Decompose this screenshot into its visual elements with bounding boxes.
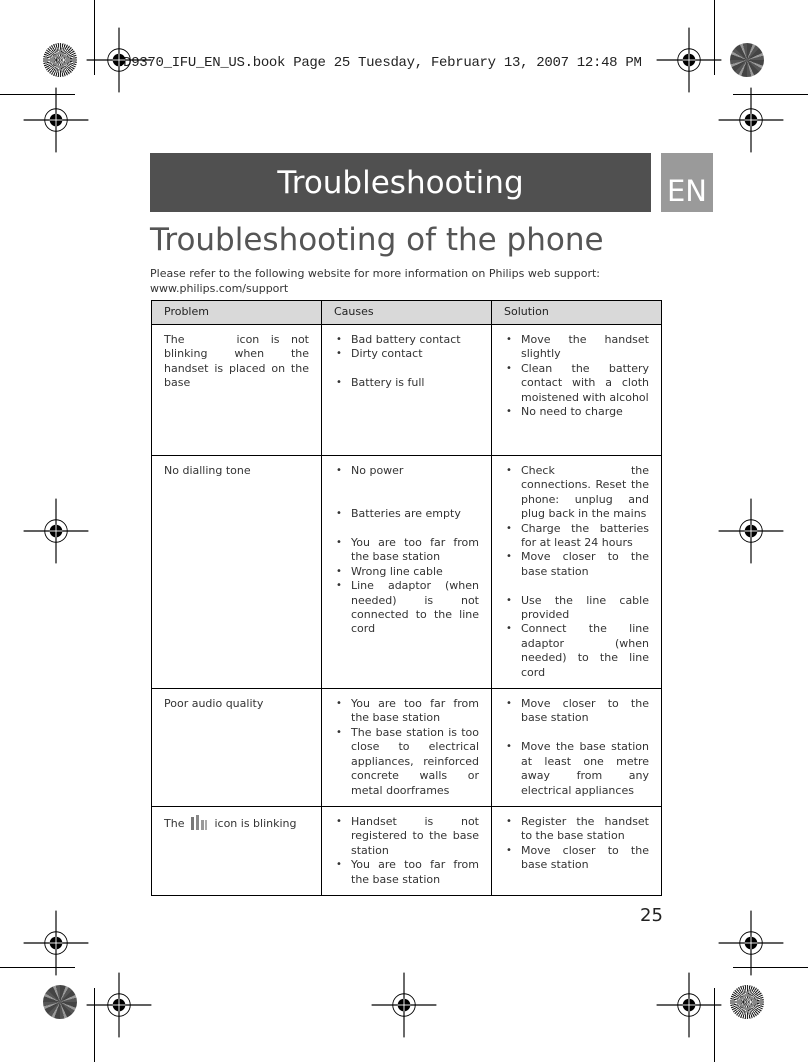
solution-item: Move closer to the base station <box>504 697 649 726</box>
problem-cell: Poor audio quality <box>151 688 322 807</box>
cause-item: You are too far from the base station <box>334 536 479 565</box>
cause-item: Batteries are empty <box>334 507 479 522</box>
cause-item: You are too far from the base station <box>334 858 479 887</box>
table-row: No dialling tone No power Batteries are … <box>151 454 662 690</box>
solution-item: No need to charge <box>504 405 649 420</box>
cause-item: Line adaptor (when needed) is not connec… <box>334 579 479 637</box>
solution-item: Move the handset slightly <box>504 333 649 362</box>
problem-cell: The icon is blinking <box>151 805 322 896</box>
cause-item: Battery is full <box>334 376 479 391</box>
solution-item: Clean the battery contact with a cloth m… <box>504 362 649 405</box>
intro-text: Please refer to the following website fo… <box>150 266 670 296</box>
troubleshooting-table: Problem Causes Solution The icon is not b… <box>151 300 662 896</box>
causes-cell: Bad battery contact Dirty contact Batter… <box>321 324 492 456</box>
solution-cell: Move the handset slightly Clean the batt… <box>491 324 662 456</box>
cause-item: Dirty contact <box>334 347 479 362</box>
solution-cell: Move closer to the base station Move the… <box>491 688 662 807</box>
intro-line: Please refer to the following website fo… <box>150 267 601 280</box>
cause-item: Bad battery contact <box>334 333 479 348</box>
solution-cell: Check the connections. Reset the phone: … <box>491 454 662 690</box>
language-label: EN <box>666 174 708 208</box>
cause-item: You are too far from the base station <box>334 697 479 726</box>
causes-cell: No power Batteries are empty You are too… <box>321 454 492 690</box>
support-url: www.philips.com/support <box>150 282 289 295</box>
solution-item: Move closer to the base station <box>504 844 649 873</box>
causes-cell: You are too far from the base station Th… <box>321 688 492 807</box>
problem-cell: No dialling tone <box>151 454 322 690</box>
solution-item: Use the line cable provided <box>504 594 649 623</box>
solution-item: Move the base station at least one metre… <box>504 740 649 798</box>
signal-strength-icon <box>191 814 208 830</box>
table-row: Poor audio quality You are too far from … <box>151 688 662 807</box>
header-solution: Solution <box>491 300 662 325</box>
solution-item: Check the connections. Reset the phone: … <box>504 464 649 522</box>
section-title: Troubleshooting <box>277 164 524 201</box>
page-number: 25 <box>640 905 663 926</box>
table-header-row: Problem Causes Solution <box>151 300 662 325</box>
language-tab: EN <box>661 153 713 212</box>
cause-item: Wrong line cable <box>334 565 479 580</box>
table-row: The icon is not blinking when the handset… <box>151 324 662 456</box>
cause-item: Handset is not registered to the base st… <box>334 815 479 858</box>
causes-cell: Handset is not registered to the base st… <box>321 805 492 896</box>
solution-item: Connect the line adaptor (when needed) t… <box>504 622 649 680</box>
problem-cell: The icon is not blinking when the handset… <box>151 324 322 456</box>
header-causes: Causes <box>321 300 492 325</box>
table-row: The icon is blinking Handset is not regi… <box>151 805 662 896</box>
page-title: Troubleshooting of the phone <box>150 222 604 258</box>
header-problem: Problem <box>151 300 322 325</box>
cause-item: The base station is too close to electri… <box>334 726 479 798</box>
solution-item: Move closer to the base station <box>504 550 649 579</box>
solution-cell: Register the handset to the base station… <box>491 805 662 896</box>
solution-item: Register the handset to the base station <box>504 815 649 844</box>
cause-item: No power <box>334 464 479 479</box>
solution-item: Charge the batteries for at least 24 hou… <box>504 522 649 551</box>
section-banner: Troubleshooting <box>150 153 651 212</box>
